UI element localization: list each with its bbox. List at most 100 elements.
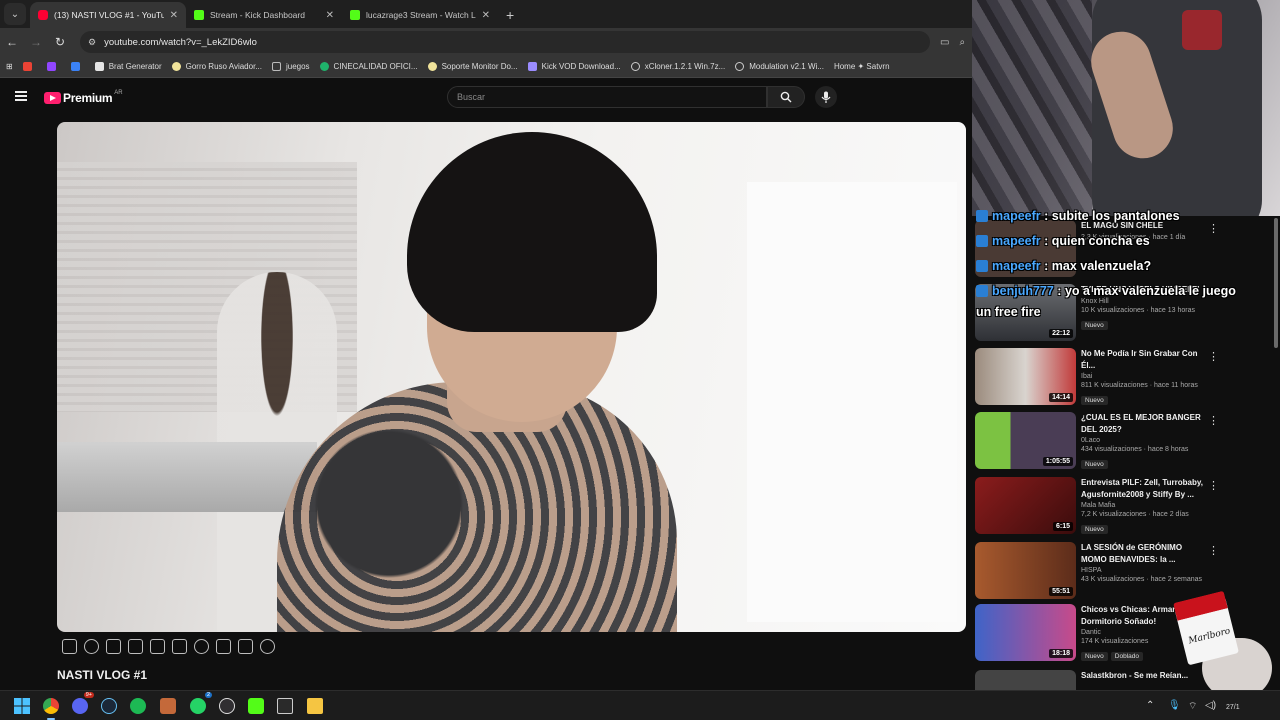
loop-icon[interactable] <box>62 639 77 654</box>
rec-title[interactable]: LA SESIÓN de GERÓNIMO MOMO BENAVIDES: la… <box>1081 542 1206 565</box>
new-tab-icon[interactable]: + <box>498 7 522 28</box>
forward-icon[interactable]: → <box>24 35 48 49</box>
tray-chevron-icon[interactable]: ⌃ <box>1146 700 1154 711</box>
bookmark-soporte[interactable]: Soporte Monitor Do... <box>427 62 518 71</box>
taskbar-clock[interactable]: 27/1 <box>1226 704 1240 711</box>
rec-title[interactable]: Entrevista PILF: Zell, Turrobaby, Agusfo… <box>1081 477 1206 500</box>
close-tab-icon[interactable]: ✕ <box>326 10 334 21</box>
taskbar-kick[interactable] <box>246 696 266 716</box>
duration: 6:15 <box>1052 522 1073 531</box>
tab-kick-dashboard[interactable]: Stream - Kick Dashboard ✕ <box>186 2 342 28</box>
search-button[interactable] <box>767 86 805 108</box>
rec-channel[interactable]: HISPA <box>1081 567 1206 574</box>
video-thumbnail[interactable] <box>975 670 1076 690</box>
video-thumbnail[interactable]: 55:51 <box>975 542 1076 599</box>
video-thumbnail[interactable]: 14:14 <box>975 348 1076 405</box>
search-input[interactable]: Buscar <box>447 86 767 108</box>
audio-icon[interactable] <box>84 639 99 654</box>
globe-icon <box>630 62 640 71</box>
resize-icon[interactable] <box>150 639 165 654</box>
pip-icon[interactable] <box>216 639 231 654</box>
list-item[interactable]: 1:05:55 ¿CUAL ES EL MEJOR BANGER DEL 202… <box>975 412 1280 470</box>
rec-channel[interactable]: Mala Mafia <box>1081 502 1206 509</box>
list-item[interactable]: 14:14 No Me Podía Ir Sin Grabar Con Él..… <box>975 348 1280 406</box>
tab-kick-stream[interactable]: lucazrage3 Stream - Watch Live ✕ <box>342 2 498 28</box>
start-button[interactable] <box>12 696 32 716</box>
tab-search-icon[interactable]: ⌄ <box>4 3 26 25</box>
taskbar-file-explorer[interactable] <box>305 696 325 716</box>
more-options-icon[interactable]: ⋮ <box>1208 544 1219 557</box>
chat-message: mapeefr : subite los pantalones <box>976 204 1276 229</box>
bookmark-satvrn[interactable]: Home ✦ Satvrn <box>834 62 890 71</box>
bookmark-xcloner[interactable]: xCloner.1.2.1 Win.7z... <box>630 62 725 71</box>
settings-gear-icon[interactable] <box>260 639 275 654</box>
taskbar-game[interactable] <box>158 696 178 716</box>
zoom-icon[interactable]: ⌕ <box>959 37 965 48</box>
miniplayer-icon[interactable] <box>172 639 187 654</box>
screenshot-icon[interactable] <box>238 639 253 654</box>
bookmark-modulation[interactable]: Modulation v2.1 Wi... <box>735 62 824 71</box>
cigarette-pack: Marlboro <box>1173 590 1239 666</box>
theater-icon[interactable] <box>106 639 121 654</box>
bookmark-gmail[interactable] <box>22 62 37 71</box>
bookmark-brat[interactable]: Brat Generator <box>94 62 162 71</box>
chat-text: yo a max valenzuela le juego <box>1064 284 1236 298</box>
taskbar-discord[interactable]: 9+ <box>70 692 94 716</box>
rec-title[interactable]: No Me Podía Ir Sin Grabar Con Él... <box>1081 348 1206 371</box>
more-options-icon[interactable]: ⋮ <box>1208 350 1219 363</box>
video-thumbnail[interactable]: 6:15 <box>975 477 1076 534</box>
reload-icon[interactable]: ↻ <box>48 35 72 49</box>
chat-username: mapeefr <box>992 234 1041 248</box>
youtube-logo[interactable]: Premium AR <box>44 90 123 105</box>
close-tab-icon[interactable]: ✕ <box>170 10 178 21</box>
new-badge: Nuevo <box>1081 396 1108 405</box>
taskbar-steam[interactable] <box>99 696 119 716</box>
obs-icon <box>219 698 235 714</box>
extension-controls <box>62 639 275 654</box>
site-info-icon[interactable]: ⚙ <box>88 37 96 48</box>
speed-icon[interactable] <box>194 639 209 654</box>
bookmark-gorro[interactable]: Gorro Ruso Aviador... <box>171 62 262 71</box>
volume-icon[interactable]: ◁) <box>1205 700 1216 711</box>
microphone-tray-icon[interactable]: 🎙 <box>1168 700 1181 711</box>
kick-icon <box>248 698 264 714</box>
close-tab-icon[interactable]: ✕ <box>482 10 490 21</box>
bookmark-cinecalidad[interactable]: CINECALIDAD OFICI... <box>319 62 418 71</box>
captions-icon[interactable] <box>128 639 143 654</box>
video-thumbnail[interactable]: 1:05:55 <box>975 412 1076 469</box>
rec-channel[interactable]: 0Laco <box>1081 437 1206 444</box>
voice-search-button[interactable] <box>815 86 837 108</box>
taskbar-epic[interactable] <box>275 696 295 716</box>
more-options-icon[interactable]: ⋮ <box>1208 479 1219 492</box>
list-item[interactable]: 6:15 Entrevista PILF: Zell, Turrobaby, A… <box>975 477 1280 535</box>
network-icon[interactable]: ⌔ <box>1188 700 1197 713</box>
video-player[interactable] <box>57 122 966 632</box>
taskbar-spotify[interactable] <box>128 696 148 716</box>
bookmark-label: Gorro Ruso Aviador... <box>185 62 262 71</box>
video-meta: Entrevista PILF: Zell, Turrobaby, Agusfo… <box>1081 477 1206 536</box>
menu-icon[interactable] <box>15 91 27 101</box>
video-meta: ¿CUAL ES EL MEJOR BANGER DEL 2025? 0Laco… <box>1081 412 1206 471</box>
address-bar[interactable]: ⚙ youtube.com/watch?v=_LekZID6wlo <box>80 31 930 53</box>
bookmark-folder-juegos[interactable]: juegos <box>271 62 310 71</box>
taskbar-obs[interactable] <box>217 696 237 716</box>
bookmark-drive[interactable] <box>70 62 85 71</box>
webcam-shirt-print <box>1182 10 1222 50</box>
taskbar-chrome[interactable] <box>41 696 61 720</box>
rec-stats: 434 visualizaciones · hace 8 horas <box>1081 446 1189 453</box>
taskbar-whatsapp[interactable]: 2 <box>188 692 212 716</box>
bookmark-twitch[interactable] <box>46 62 61 71</box>
back-icon[interactable]: ← <box>0 35 24 49</box>
cinecalidad-icon <box>319 62 329 71</box>
video-thumbnail[interactable]: 18:18 <box>975 604 1076 661</box>
steam-icon <box>101 698 117 714</box>
kick-favicon-icon <box>350 10 360 20</box>
bookmark-kick-vod[interactable]: Kick VOD Download... <box>527 62 621 71</box>
apps-icon[interactable]: ⊞ <box>6 62 13 71</box>
tab-youtube[interactable]: (13) NASTI VLOG #1 - YouTube ✕ <box>30 2 186 28</box>
cast-icon[interactable]: ▭ <box>940 37 949 48</box>
more-options-icon[interactable]: ⋮ <box>1208 414 1219 427</box>
rec-channel[interactable]: Ibai <box>1081 373 1206 380</box>
bookmark-label: CINECALIDAD OFICI... <box>333 62 418 71</box>
rec-title[interactable]: ¿CUAL ES EL MEJOR BANGER DEL 2025? <box>1081 412 1206 435</box>
